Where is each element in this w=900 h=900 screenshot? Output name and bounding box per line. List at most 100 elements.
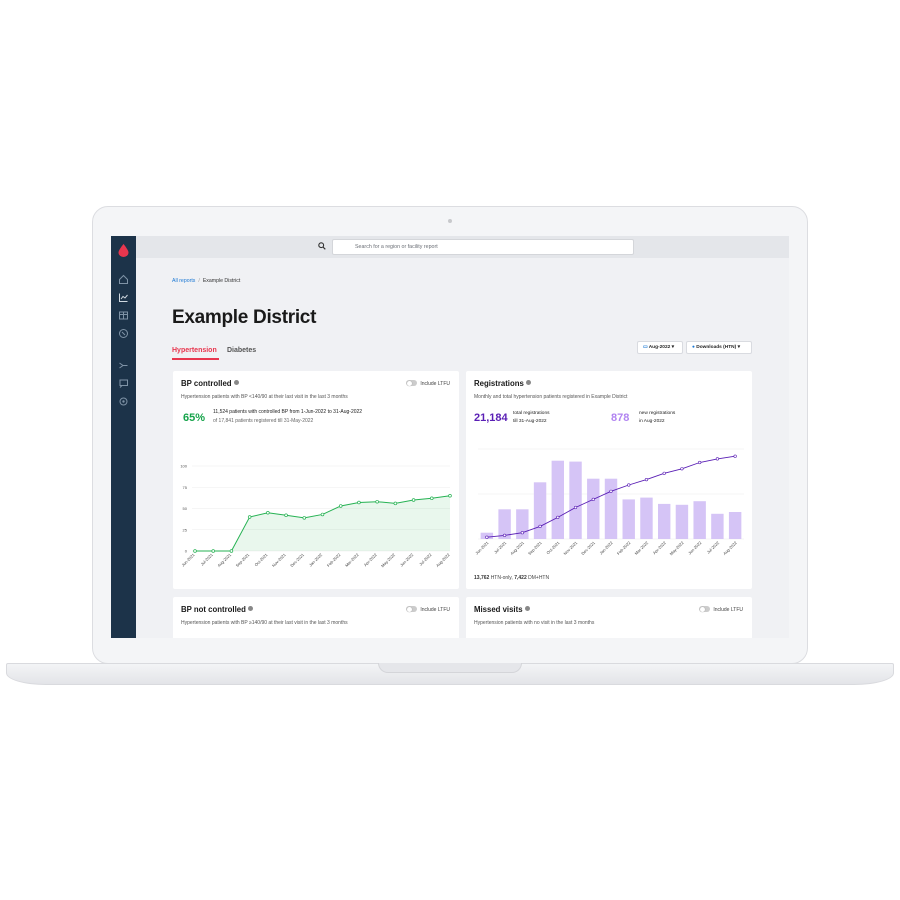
card-subtitle: Monthly and total hypertension patients … — [474, 394, 628, 400]
x-tick-label: Aug-2022 — [722, 540, 738, 556]
home-icon[interactable] — [118, 274, 129, 285]
missed-visits-card: Missed visits Include LTFU Hypertension … — [466, 597, 752, 638]
x-tick-label: Oct-2021 — [253, 552, 269, 568]
data-point — [338, 504, 343, 508]
top-bar: Search for a region or facility report — [136, 236, 789, 258]
include-ltfu-toggle[interactable]: Include LTFU — [406, 380, 450, 387]
cumulative-point — [538, 524, 542, 528]
screen: Search for a region or facility report A… — [111, 236, 789, 638]
bar — [657, 503, 671, 539]
date-dropdown-button[interactable]: ▭ Aug-2022 ▾ — [637, 341, 683, 354]
cumulative-point — [609, 489, 613, 493]
include-ltfu-toggle[interactable]: Include LTFU — [699, 606, 743, 613]
toggle-switch-icon[interactable] — [406, 606, 418, 612]
x-tick-label: Apr-2022 — [652, 540, 668, 556]
x-tick-label: Nov-2021 — [271, 552, 287, 568]
data-point — [320, 512, 325, 517]
table-icon[interactable] — [118, 310, 129, 321]
cumulative-point — [662, 471, 666, 475]
bar — [516, 509, 529, 539]
bp-not-controlled-card: BP not controlled Include LTFU Hypertens… — [173, 597, 459, 638]
downloads-dropdown-button[interactable]: ● Downloads (HTN) ▾ — [686, 341, 752, 354]
x-tick-label: Jun-2022 — [399, 552, 415, 568]
registered-stat: of 17,841 patients registered till 31-Ma… — [213, 418, 314, 424]
x-tick-label: Mar-2022 — [634, 540, 650, 556]
x-tick-label: Sep-2021 — [527, 540, 543, 556]
x-tick-label: Aug-2021 — [216, 552, 232, 568]
y-tick-label: 25 — [183, 527, 188, 532]
data-point — [193, 549, 197, 553]
chevron-down-icon: ▾ — [671, 345, 675, 350]
chat-icon[interactable] — [118, 378, 129, 389]
card-subtitle: Hypertension patients with no visit in t… — [474, 620, 595, 626]
merge-icon[interactable] — [118, 360, 129, 371]
new-registrations: 878 — [611, 412, 630, 424]
search-input[interactable]: Search for a region or facility report — [332, 239, 634, 255]
bar — [693, 501, 706, 539]
registrations-card: Registrations Monthly and total hyperten… — [466, 371, 752, 589]
data-point — [448, 493, 452, 498]
data-point — [411, 498, 416, 502]
x-tick-label: Aug-2022 — [435, 552, 451, 568]
x-tick-label: Oct-2021 — [545, 540, 561, 556]
data-point — [357, 500, 361, 505]
cumulative-point — [698, 460, 702, 465]
date-label: Aug-2022 — [648, 345, 671, 350]
series-area — [195, 495, 450, 551]
x-tick-label: Jul-2022 — [706, 540, 721, 555]
tab-hypertension[interactable]: Hypertension — [172, 347, 217, 354]
x-tick-label: Jun-2021 — [180, 552, 196, 568]
y-tick-label: 50 — [183, 506, 188, 511]
phone-icon[interactable] — [118, 328, 129, 339]
x-tick-label: Dec-2021 — [289, 552, 305, 568]
toggle-switch-icon[interactable] — [406, 380, 418, 386]
bar — [587, 478, 600, 539]
data-point — [302, 516, 307, 520]
chart-icon[interactable] — [118, 292, 129, 303]
tab-diabetes[interactable]: Diabetes — [227, 347, 256, 354]
y-tick-label: 75 — [183, 485, 188, 490]
breadcrumb-current: Example District — [202, 278, 241, 284]
cumulative-point — [520, 531, 524, 535]
gear-icon[interactable] — [118, 396, 129, 407]
x-tick-label: Jul-2022 — [418, 552, 433, 567]
data-point — [430, 496, 434, 501]
bar — [551, 460, 565, 539]
new-registrations-label: new registrations in Aug-2022 — [639, 411, 676, 424]
download-icon: ● — [692, 345, 695, 350]
data-point — [211, 549, 215, 553]
x-tick-label: Jun-2022 — [687, 540, 703, 556]
x-tick-label: Feb-2022 — [616, 540, 632, 556]
info-icon[interactable] — [524, 606, 530, 611]
info-icon[interactable] — [525, 380, 531, 385]
x-tick-label: Sep-2021 — [235, 552, 251, 568]
info-icon[interactable] — [233, 380, 239, 385]
search-icon — [318, 242, 326, 250]
cumulative-point — [485, 535, 489, 539]
x-tick-label: Nov-2021 — [562, 540, 578, 556]
data-point — [266, 510, 270, 515]
bar — [711, 513, 724, 539]
x-tick-label: Jul-2021 — [200, 552, 215, 567]
controlled-stat: 11,524 patients with controlled BP from … — [213, 409, 363, 415]
bar — [728, 512, 742, 539]
page-title: Example District — [172, 307, 317, 328]
controlled-percent: 65% — [183, 412, 206, 424]
cumulative-point — [644, 477, 649, 482]
breadcrumb-link-all-reports[interactable]: All reports — [172, 278, 195, 284]
logo-drop-icon[interactable] — [118, 244, 129, 257]
toggle-switch-icon[interactable] — [699, 606, 711, 612]
registrations-chart: Jun-2021 Jul-2021 Aug-2021 Sep-2021 Oct-2021… — [474, 448, 744, 556]
info-icon[interactable] — [247, 606, 253, 611]
calendar-icon: ▭ — [643, 345, 648, 350]
cumulative-point — [733, 454, 737, 458]
include-ltfu-toggle[interactable]: Include LTFU — [406, 606, 450, 613]
data-point — [393, 501, 398, 506]
bar — [675, 504, 689, 539]
active-tab-underline — [172, 358, 219, 360]
cumulative-point — [591, 497, 595, 502]
y-tick-label: 100 — [180, 464, 187, 469]
data-point — [375, 499, 379, 504]
downloads-label: Downloads (HTN) — [696, 345, 737, 350]
cumulative-point — [502, 533, 507, 537]
